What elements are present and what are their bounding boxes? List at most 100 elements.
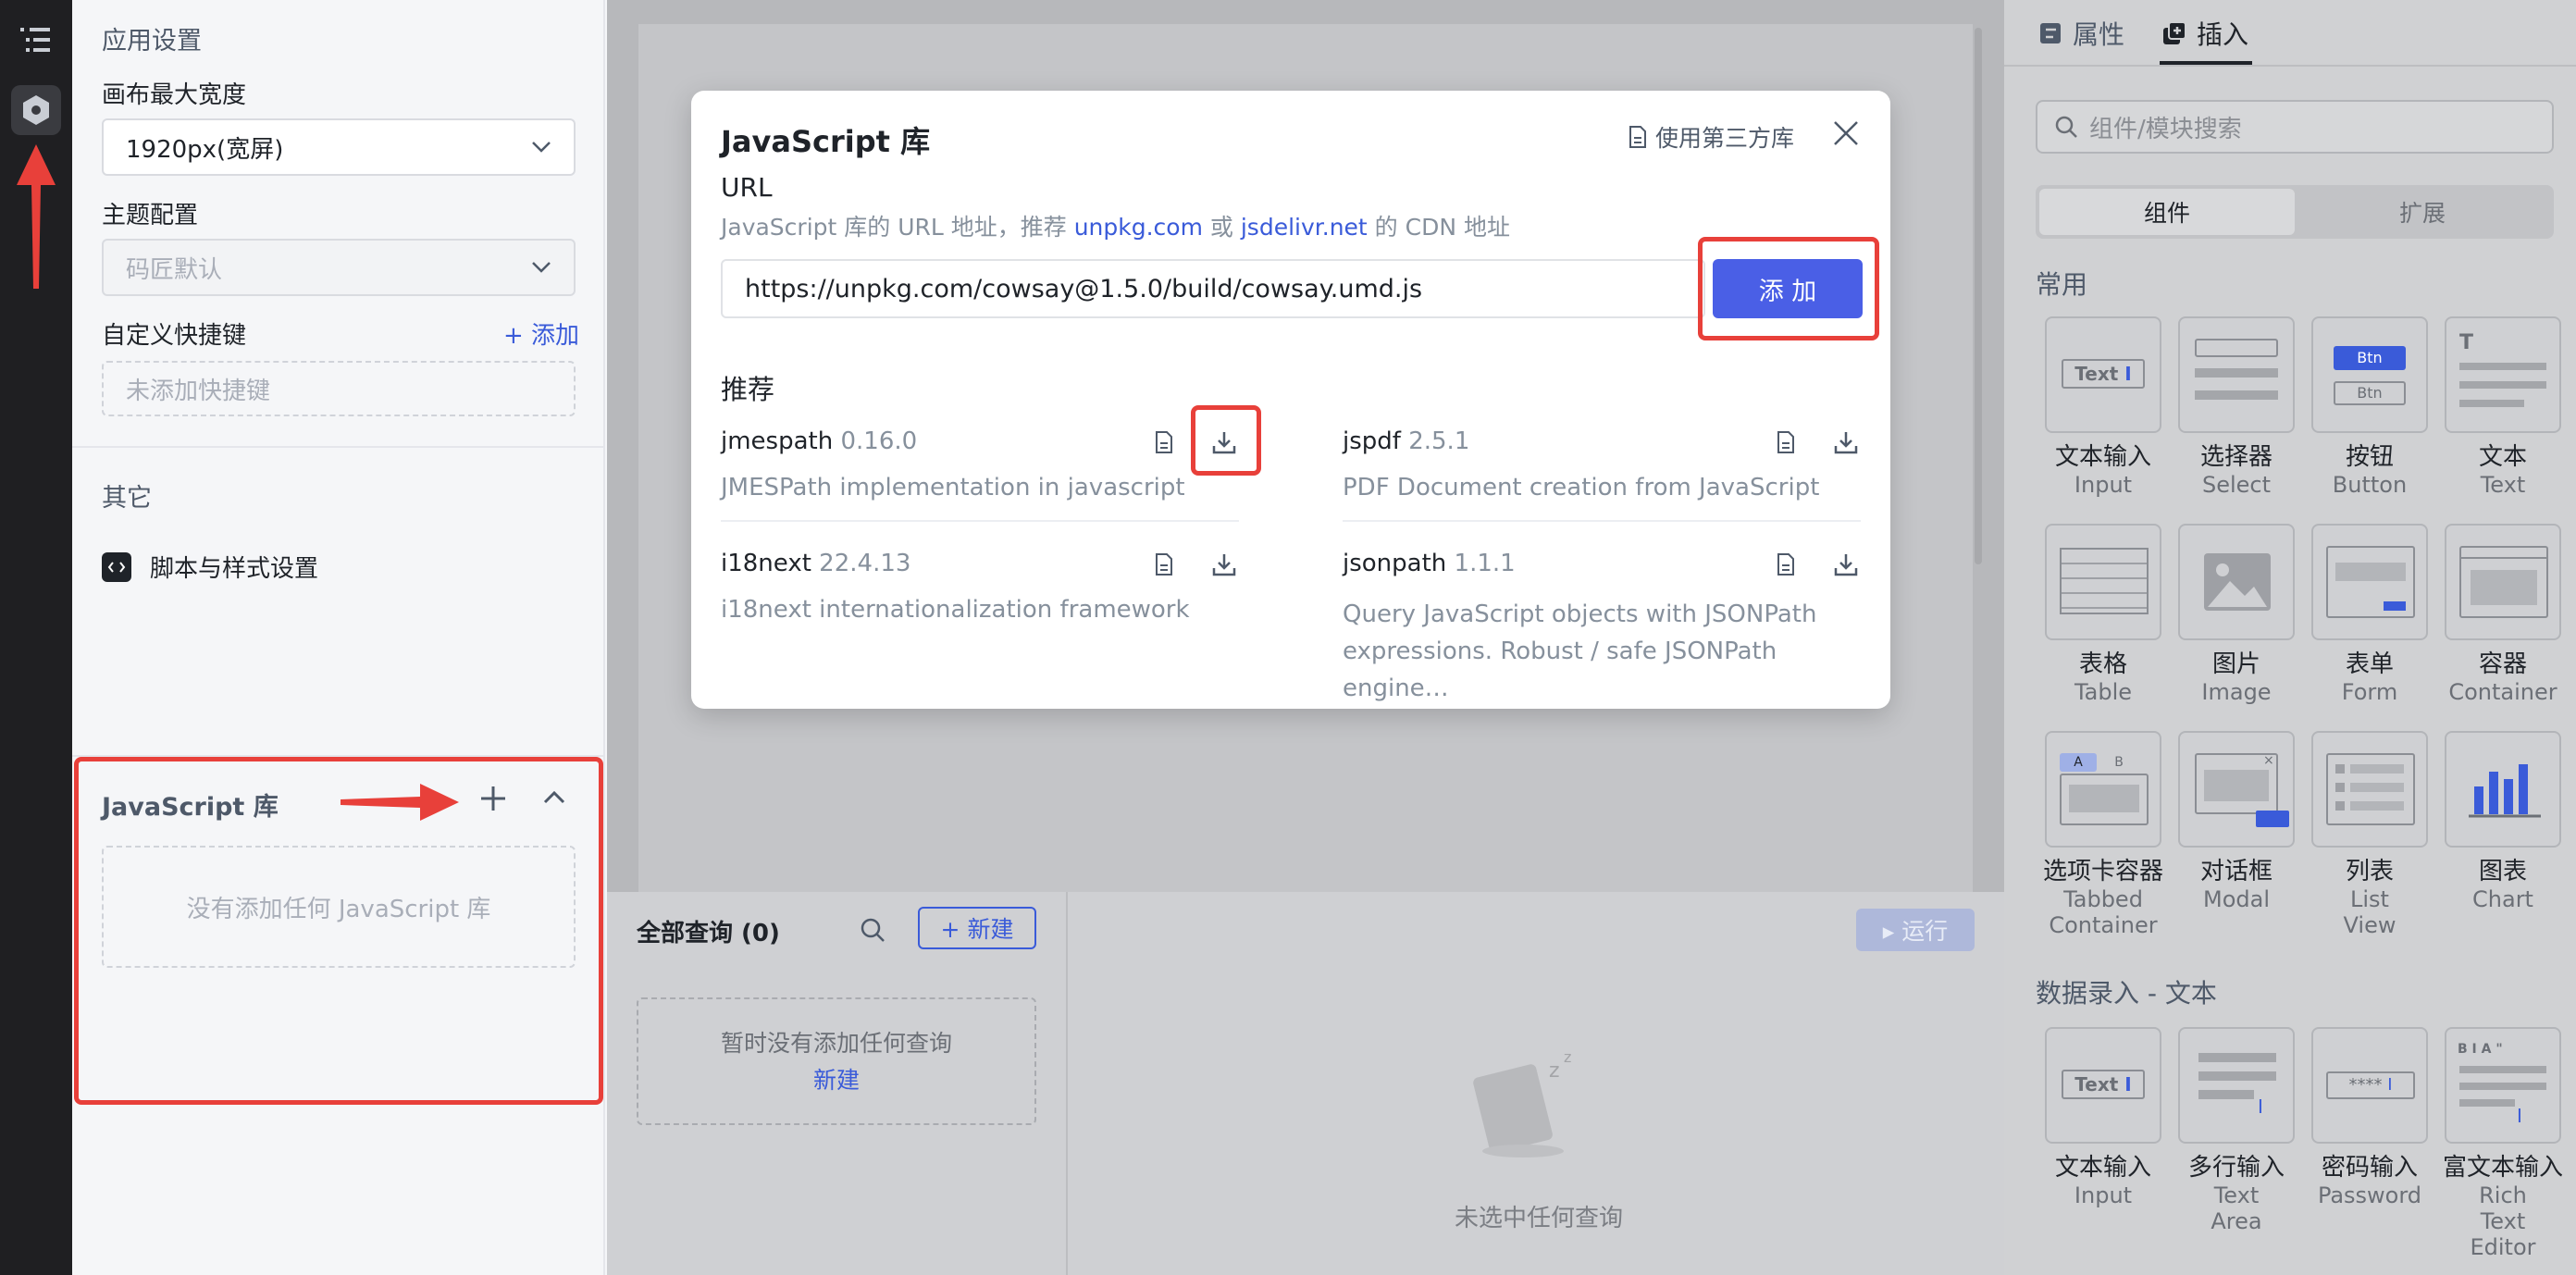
tabs-icon: AB (2045, 731, 2161, 848)
rec-name: i18next (721, 550, 811, 577)
document-icon (1777, 431, 1794, 453)
canvas-width-select[interactable]: 1920px(宽屏) (102, 118, 576, 176)
run-button[interactable]: ▸ 运行 (1856, 909, 1975, 951)
annotation-highlight-box (1191, 405, 1261, 476)
close-icon (1834, 121, 1858, 145)
third-party-link[interactable]: 使用第三方库 (1628, 120, 1794, 154)
widget-name: 容器 (2478, 650, 2527, 678)
script-style-label: 脚本与样式设置 (150, 555, 319, 583)
rec-i18next-doc-button[interactable] (1146, 546, 1183, 583)
url-help: JavaScript 库的 URL 地址，推荐 unpkg.com 或 jsde… (721, 209, 1510, 242)
widget-button[interactable]: Btn Btn 按钮 Button (2302, 316, 2437, 498)
component-search[interactable]: 组件/模块搜索 (2036, 100, 2554, 154)
widget-textarea[interactable]: I 多行输入 Text Area (2169, 1027, 2304, 1234)
no-query-selected: 未选中任何查询 (1455, 1205, 1624, 1232)
rec-jspdf-doc-button[interactable] (1767, 424, 1804, 461)
widget-input[interactable]: Text I 文本输入 Input (2036, 316, 2171, 498)
app-settings-title: 应用设置 (102, 27, 202, 56)
rec-jsonpath-download-button[interactable] (1827, 546, 1864, 583)
new-query-button[interactable]: + 新建 (918, 907, 1036, 949)
chart-icon (2445, 731, 2561, 848)
canvas-scrollbar[interactable] (1975, 28, 1982, 564)
widget-password[interactable]: **** I 密码输入 Password (2302, 1027, 2437, 1208)
widget-select[interactable]: 选择器 Select (2169, 316, 2304, 498)
rec-i18next-download-button[interactable] (1206, 546, 1243, 583)
widget-name: 多行输入 (2187, 1154, 2285, 1182)
query-panel: 全部查询 (0) + 新建 暂时没有添加任何查询 新建 ▸ 运行 z z 未选中… (607, 892, 2004, 1275)
canvas-width-label: 画布最大宽度 (102, 81, 247, 109)
widget-chart[interactable]: 图表 Chart (2435, 731, 2570, 912)
rec-jspdf-title: jspdf 2.5.1 (1343, 427, 1469, 455)
close-button[interactable] (1831, 118, 1861, 152)
rec-name: jsonpath (1343, 550, 1447, 577)
annotation-highlight-box (74, 757, 603, 1105)
segment-components[interactable]: 组件 (2039, 189, 2295, 235)
settings-hex-icon[interactable] (11, 85, 61, 135)
widget-sub: Input (2074, 472, 2133, 498)
outline-icon[interactable] (11, 15, 61, 65)
unpkg-link[interactable]: unpkg.com (1074, 214, 1203, 241)
svg-text:z: z (1549, 1059, 1560, 1083)
widget-name: 选项卡容器 (2042, 858, 2163, 885)
widget-text-input[interactable]: Text I 文本输入 Input (2036, 1027, 2171, 1208)
document-icon (1156, 431, 1172, 453)
widget-sub: Input (2074, 1182, 2133, 1208)
download-icon (1212, 554, 1236, 576)
insert-icon (2163, 21, 2186, 44)
left-rail (0, 0, 72, 1275)
theme-select[interactable]: 码匠默认 (102, 239, 576, 296)
table-icon (2045, 524, 2161, 640)
download-icon (1834, 554, 1858, 576)
tab-insert[interactable]: 插入 (2161, 15, 2248, 52)
widget-sub: Table (2074, 679, 2133, 705)
divider (1343, 520, 1861, 522)
search-icon (861, 918, 885, 942)
script-style-item[interactable]: 脚本与样式设置 (102, 550, 318, 584)
divider (72, 446, 605, 448)
jsdelivr-link[interactable]: jsdelivr.net (1241, 214, 1368, 241)
shortcut-label: 自定义快捷键 (102, 322, 247, 350)
widget-sub: Select (2201, 472, 2272, 498)
widget-modal[interactable]: × 对话框 Modal (2169, 731, 2304, 912)
widget-container[interactable]: 容器 Container (2435, 524, 2570, 705)
rec-jspdf-download-button[interactable] (1827, 424, 1864, 461)
image-icon (2178, 524, 2295, 640)
rec-jsonpath-doc-button[interactable] (1767, 546, 1804, 583)
rec-version: 2.5.1 (1408, 427, 1470, 455)
rec-name: jspdf (1343, 427, 1401, 455)
rec-version: 1.1.1 (1454, 550, 1516, 577)
segment-extensions[interactable]: 扩展 (2295, 189, 2550, 235)
rec-jmespath-doc-button[interactable] (1146, 424, 1183, 461)
widget-text[interactable]: T 文本 Text (2435, 316, 2570, 498)
query-list-title: 全部查询 (0) (637, 920, 780, 947)
rec-description: i18next internationalization framework (721, 596, 1190, 624)
url-input[interactable]: https://unpkg.com/cowsay@1.5.0/build/cow… (721, 259, 1705, 318)
widget-image[interactable]: 图片 Image (2169, 524, 2304, 705)
third-party-label: 使用第三方库 (1655, 125, 1795, 152)
password-icon: **** I (2311, 1027, 2428, 1144)
query-search-button[interactable] (859, 916, 886, 947)
widget-name: 列表 (2345, 858, 2394, 885)
widget-sub: Container (2448, 679, 2557, 705)
query-empty-new-link[interactable]: 新建 (638, 1062, 1034, 1099)
widget-sub: Text Area (2211, 1182, 2262, 1234)
widget-table[interactable]: 表格 Table (2036, 524, 2171, 705)
widget-form[interactable]: 表单 Form (2302, 524, 2437, 705)
text-icon: T (2445, 316, 2561, 433)
add-shortcut-link[interactable]: + 添加 (503, 316, 579, 351)
widget-name: 图片 (2211, 650, 2260, 678)
widget-rich-text[interactable]: B I A " I 富文本输入 Rich Text Editor (2435, 1027, 2570, 1260)
rec-name: jmespath (721, 427, 834, 455)
document-icon (1156, 553, 1172, 576)
modal-title: JavaScript 库 (721, 124, 931, 159)
widget-name: 表单 (2345, 650, 2394, 678)
text-input-icon: Text I (2045, 1027, 2161, 1144)
widget-tabbed-container[interactable]: AB 选项卡容器 Tabbed Container (2036, 731, 2171, 938)
url-label: URL (721, 172, 773, 203)
tab-properties[interactable]: 属性 (2037, 15, 2124, 52)
widget-name: 文本输入 (2054, 443, 2151, 471)
empty-state-illustration-icon: z z (1473, 1049, 1571, 1157)
canvas-width-value: 1920px(宽屏) (126, 135, 284, 164)
widget-list-view[interactable]: 列表 List View (2302, 731, 2437, 938)
text-input-icon: Text I (2045, 316, 2161, 433)
